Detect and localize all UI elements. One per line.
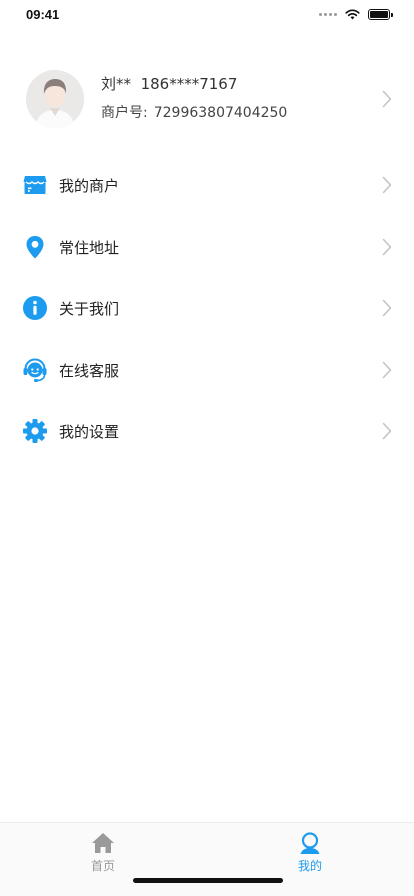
chevron-right-icon	[382, 361, 392, 378]
chevron-right-icon	[382, 422, 392, 440]
user-icon	[300, 832, 320, 854]
bottom-tab-bar: 首页 我的	[0, 822, 414, 896]
menu-item-my-merchant[interactable]: 我的商户	[0, 154, 414, 216]
menu-label: 常住地址	[59, 238, 120, 257]
menu-label: 我的设置	[59, 423, 120, 441]
user-name: 刘**	[101, 75, 132, 93]
menu-label: 在线客服	[59, 361, 120, 380]
merchant-number-label: 商户号:	[101, 105, 148, 121]
tab-home-label: 首页	[90, 859, 115, 873]
wifi-icon	[345, 9, 360, 20]
signal-icon	[319, 13, 337, 16]
info-icon	[23, 296, 47, 320]
menu-item-about-us[interactable]: 关于我们	[0, 277, 414, 339]
chevron-right-icon	[382, 90, 392, 108]
tab-home[interactable]: 首页	[73, 831, 133, 875]
headset-icon	[23, 357, 47, 382]
menu-label: 我的商户	[59, 177, 120, 195]
tab-mine[interactable]: 我的	[280, 831, 340, 875]
location-pin-icon	[26, 235, 44, 258]
profile-name-line: 刘** 186****7167	[101, 73, 237, 94]
user-phone: 186****7167	[140, 75, 238, 93]
status-time: 09:41	[26, 7, 60, 22]
home-indicator	[133, 878, 283, 883]
avatar[interactable]	[26, 70, 84, 128]
home-icon	[92, 833, 114, 853]
menu-item-settings[interactable]: 我的设置	[0, 400, 414, 462]
merchant-number-value: 729963807404250	[153, 105, 288, 121]
gear-icon	[23, 419, 47, 443]
status-icons	[319, 9, 393, 20]
battery-icon	[368, 9, 393, 20]
menu-list: 我的商户 常住地址 关于我们 在线客服 我的设置	[0, 154, 414, 462]
chevron-right-icon	[382, 238, 392, 255]
menu-item-address[interactable]: 常住地址	[0, 216, 414, 278]
chevron-right-icon	[382, 176, 392, 194]
menu-label: 关于我们	[59, 300, 120, 318]
default-avatar-icon	[26, 70, 84, 128]
menu-item-customer-service[interactable]: 在线客服	[0, 339, 414, 401]
store-icon	[23, 176, 47, 194]
status-bar: 09:41	[0, 0, 414, 32]
merchant-number-line: 商户号: 729963807404250	[101, 102, 287, 122]
profile-card[interactable]: 刘** 186****7167 商户号: 729963807404250	[0, 62, 414, 136]
chevron-right-icon	[382, 299, 392, 317]
tab-mine-label: 我的	[297, 859, 322, 873]
